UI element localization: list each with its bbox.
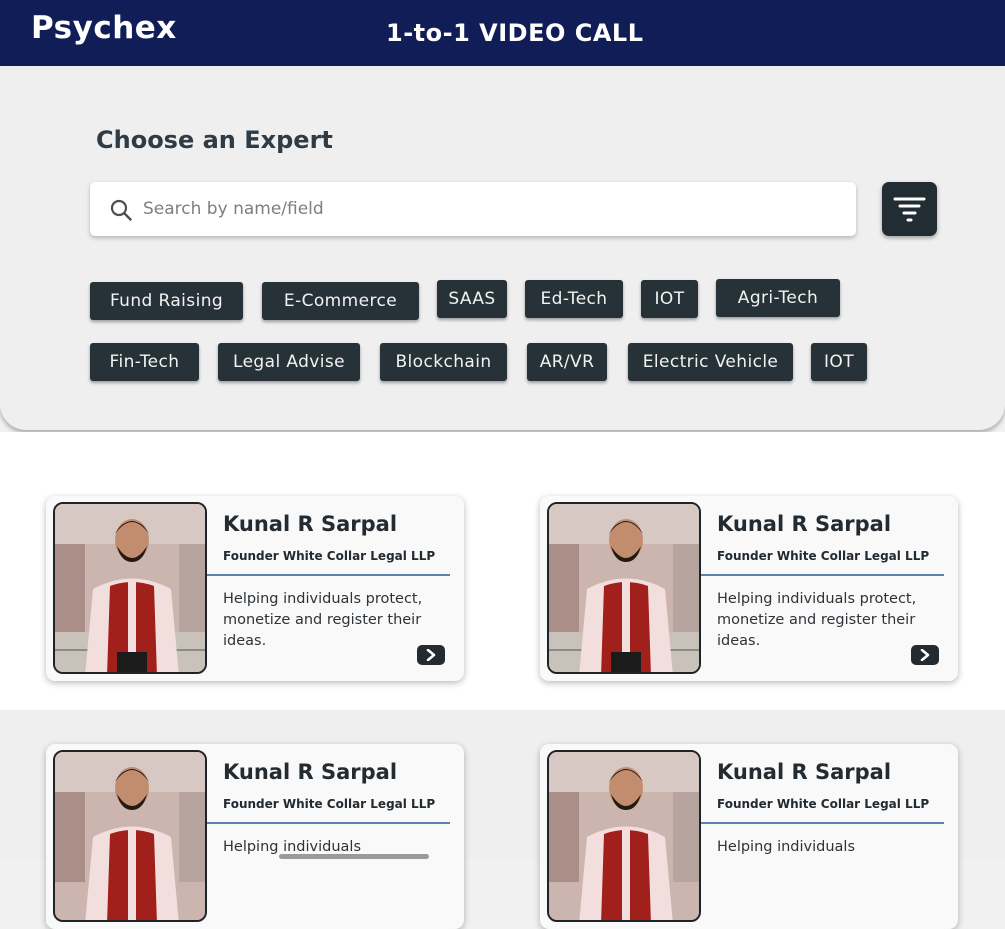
- expert-title: Founder White Collar Legal LLP: [223, 797, 436, 811]
- expert-photo: [547, 750, 701, 922]
- expert-description: Helping individuals protect, monetize an…: [717, 591, 917, 649]
- search-bar[interactable]: [90, 182, 856, 236]
- category-chip-fin-tech[interactable]: Fin-Tech: [90, 343, 199, 381]
- category-chip-electric-vehicle[interactable]: Electric Vehicle: [628, 343, 793, 381]
- filter-button[interactable]: [882, 182, 937, 236]
- search-icon: [110, 199, 132, 221]
- top-bar: Psychex 1-to-1 VIDEO CALL: [0, 0, 1005, 66]
- search-input[interactable]: [143, 193, 833, 225]
- expert-name: Kunal R Sarpal: [717, 512, 892, 536]
- expert-name: Kunal R Sarpal: [223, 512, 398, 536]
- view-expert-button[interactable]: [417, 645, 445, 665]
- chevron-right-icon: [426, 649, 436, 661]
- expert-photo: [547, 502, 701, 674]
- divider: [207, 574, 450, 576]
- expert-name: Kunal R Sarpal: [717, 760, 892, 784]
- scrollbar-thumb[interactable]: [279, 854, 429, 859]
- category-chip-agri-tech[interactable]: Agri-Tech: [716, 279, 840, 317]
- expert-card[interactable]: Kunal R Sarpal Founder White Collar Lega…: [46, 744, 464, 929]
- category-chip-saas[interactable]: SAAS: [437, 280, 507, 318]
- expert-card[interactable]: Kunal R Sarpal Founder White Collar Lega…: [46, 496, 464, 681]
- chevron-right-icon: [920, 649, 930, 661]
- expert-title: Founder White Collar Legal LLP: [717, 797, 930, 811]
- expert-title: Founder White Collar Legal LLP: [717, 549, 930, 563]
- expert-photo: [53, 750, 207, 922]
- divider: [701, 574, 944, 576]
- expert-photo: [53, 502, 207, 674]
- category-chip-ed-tech[interactable]: Ed-Tech: [525, 280, 623, 318]
- expert-name: Kunal R Sarpal: [223, 760, 398, 784]
- expert-card[interactable]: Kunal R Sarpal Founder White Collar Lega…: [540, 496, 958, 681]
- expert-description: Helping individuals: [717, 839, 856, 855]
- category-chip-fund-raising[interactable]: Fund Raising: [90, 282, 243, 320]
- brand-logo[interactable]: Psychex: [31, 10, 177, 46]
- divider: [701, 822, 944, 824]
- category-chip-ar-vr[interactable]: AR/VR: [527, 343, 607, 381]
- expert-description: Helping individuals protect, monetize an…: [223, 591, 423, 649]
- category-chip-e-commerce[interactable]: E-Commerce: [262, 282, 419, 320]
- divider: [207, 822, 450, 824]
- expert-card[interactable]: Kunal R Sarpal Founder White Collar Lega…: [540, 744, 958, 929]
- category-chip-iot-2[interactable]: IOT: [811, 343, 867, 381]
- view-expert-button[interactable]: [911, 645, 939, 665]
- page-title: 1-to-1 VIDEO CALL: [386, 19, 644, 47]
- section-heading: Choose an Expert: [96, 126, 333, 154]
- category-chip-iot[interactable]: IOT: [641, 280, 698, 318]
- category-chip-blockchain[interactable]: Blockchain: [380, 343, 507, 381]
- expert-title: Founder White Collar Legal LLP: [223, 549, 436, 563]
- category-chip-legal-advise[interactable]: Legal Advise: [218, 343, 360, 381]
- filter-icon: [893, 197, 926, 222]
